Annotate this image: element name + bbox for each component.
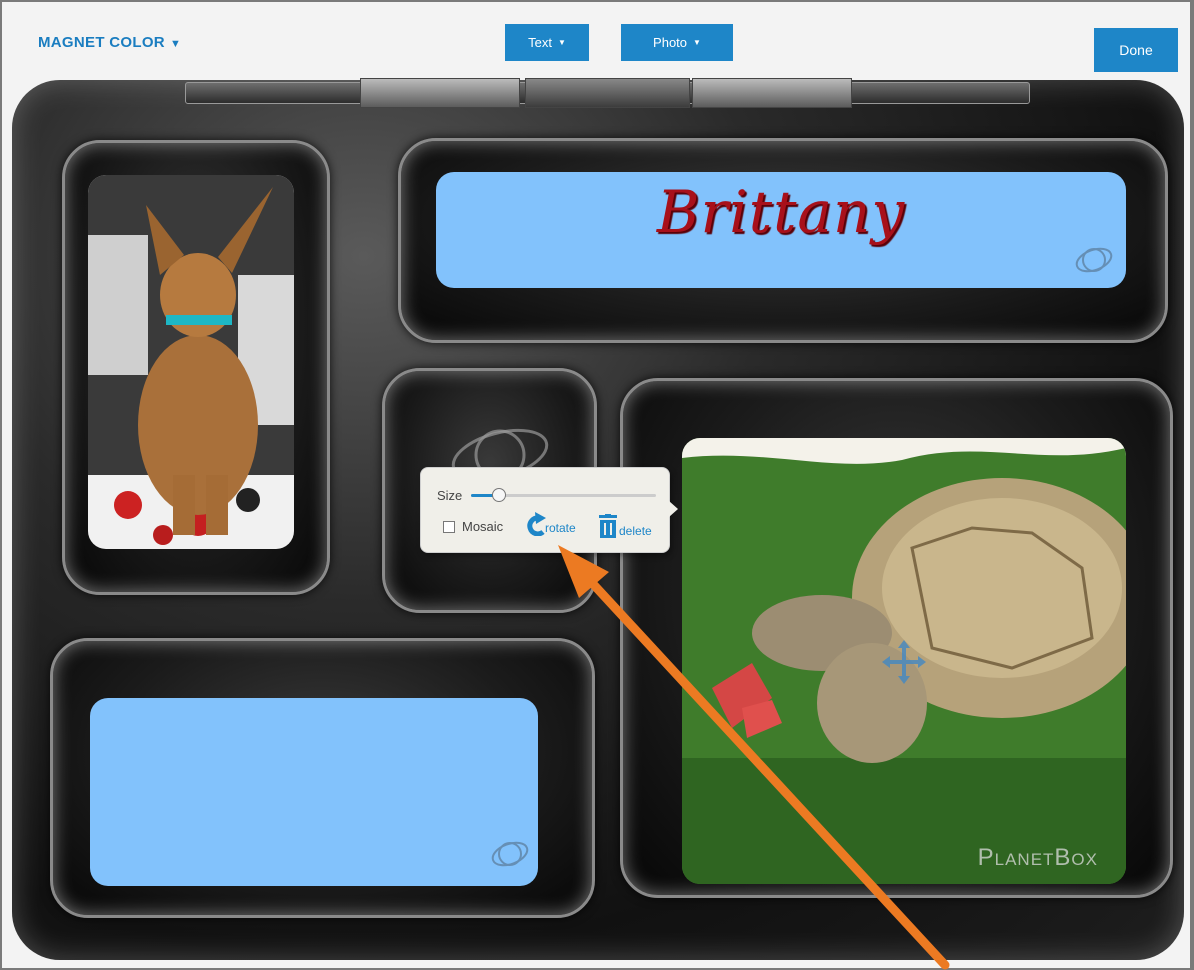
size-slider-handle[interactable] xyxy=(491,488,506,502)
caret-down-icon: ▼ xyxy=(693,38,701,47)
planet-icon xyxy=(491,841,529,867)
dog-photo-magnet[interactable] xyxy=(88,175,294,549)
magnet-color-dropdown[interactable]: MAGNET COLOR ▼ xyxy=(38,34,181,51)
hinge-tab xyxy=(692,78,852,108)
mosaic-checkbox[interactable]: Mosaic xyxy=(443,519,503,534)
caret-down-icon: ▼ xyxy=(169,38,182,50)
text-dropdown-button[interactable]: Text ▼ xyxy=(505,24,589,61)
move-icon[interactable] xyxy=(880,638,928,686)
photo-button-label: Photo xyxy=(653,35,688,50)
size-label: Size xyxy=(437,488,463,503)
rotate-icon xyxy=(527,512,546,536)
planet-icon xyxy=(1075,247,1113,273)
name-text-magnet[interactable]: Brittany xyxy=(436,172,1126,288)
text-button-label: Text xyxy=(528,35,552,50)
hinge-tab xyxy=(360,78,520,108)
delete-label: delete xyxy=(619,524,652,538)
size-slider[interactable] xyxy=(471,488,656,502)
rotate-label: rotate xyxy=(545,521,576,535)
mosaic-checkbox-box[interactable] xyxy=(443,520,455,533)
rotate-button[interactable]: rotate xyxy=(525,512,576,536)
planetbox-watermark: PlanetBox xyxy=(977,844,1098,871)
blank-magnet[interactable] xyxy=(90,698,538,886)
name-text: Brittany xyxy=(656,178,906,246)
caret-down-icon: ▼ xyxy=(557,38,566,47)
done-button[interactable]: Done xyxy=(1094,28,1178,72)
dog-photo xyxy=(88,175,294,549)
photo-dropdown-button[interactable]: Photo ▼ xyxy=(621,24,733,61)
hinge-tab xyxy=(525,78,690,108)
mosaic-label: Mosaic xyxy=(462,519,504,534)
magnet-color-label: MAGNET COLOR xyxy=(38,34,165,51)
delete-button[interactable]: delete xyxy=(599,514,652,538)
photo-edit-popup: Size Mosaic rotate delete xyxy=(420,467,678,553)
trash-icon xyxy=(599,514,617,538)
